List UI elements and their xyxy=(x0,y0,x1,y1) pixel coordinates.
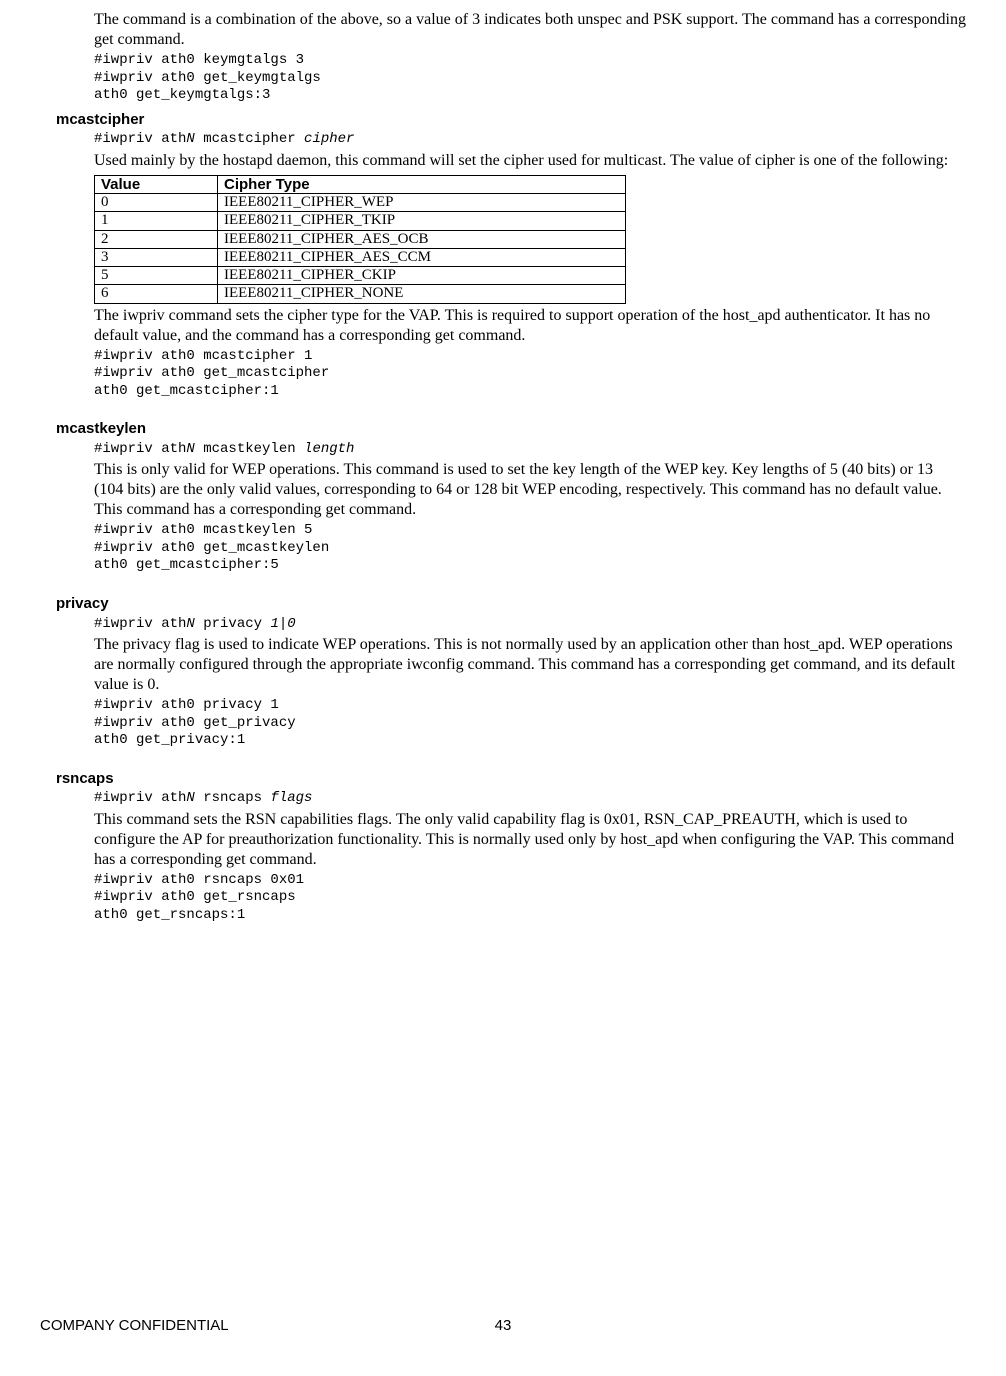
mcastcipher-desc: Used mainly by the hostapd daemon, this … xyxy=(94,151,966,171)
heading-mcastkeylen: mcastkeylen xyxy=(56,420,966,439)
cmd-n: N xyxy=(186,616,194,632)
cmd-arg: length xyxy=(304,441,354,457)
footer-page-number: 43 xyxy=(40,1317,966,1336)
mcastcipher-desc2: The iwpriv command sets the cipher type … xyxy=(94,306,966,346)
privacy-syntax: #iwpriv athN privacy 1|0 xyxy=(94,616,966,634)
mcastcipher-example: #iwpriv ath0 mcastcipher 1 #iwpriv ath0 … xyxy=(94,348,966,401)
mcastcipher-syntax: #iwpriv athN mcastcipher cipher xyxy=(94,131,966,149)
cmd-mid: rsncaps xyxy=(195,790,271,806)
cmd-mid: privacy xyxy=(195,616,271,632)
privacy-example: #iwpriv ath0 privacy 1 #iwpriv ath0 get_… xyxy=(94,697,966,750)
table-cell: IEEE80211_CIPHER_AES_CCM xyxy=(218,248,626,266)
rsncaps-example: #iwpriv ath0 rsncaps 0x01 #iwpriv ath0 g… xyxy=(94,872,966,925)
cmd-arg: cipher xyxy=(304,131,354,147)
table-cell: IEEE80211_CIPHER_AES_OCB xyxy=(218,230,626,248)
cmd-prefix: #iwpriv ath xyxy=(94,616,186,632)
page-content: The command is a combination of the abov… xyxy=(0,0,1006,924)
table-cell: IEEE80211_CIPHER_NONE xyxy=(218,285,626,303)
table-row: 2 IEEE80211_CIPHER_AES_OCB xyxy=(95,230,626,248)
table-header-value: Value xyxy=(95,175,218,193)
spacer xyxy=(40,752,966,764)
cmd-n: N xyxy=(186,441,194,457)
table-cell: 2 xyxy=(95,230,218,248)
spacer xyxy=(40,577,966,589)
table-row: 5 IEEE80211_CIPHER_CKIP xyxy=(95,267,626,285)
table-row: 1 IEEE80211_CIPHER_TKIP xyxy=(95,212,626,230)
table-cell: IEEE80211_CIPHER_WEP xyxy=(218,194,626,212)
table-cell: 3 xyxy=(95,248,218,266)
table-cell: 1 xyxy=(95,212,218,230)
heading-mcastcipher: mcastcipher xyxy=(56,111,966,130)
mcastkeylen-desc: This is only valid for WEP operations. T… xyxy=(94,460,966,520)
table-row: 0 IEEE80211_CIPHER_WEP xyxy=(95,194,626,212)
mcastkeylen-example: #iwpriv ath0 mcastkeylen 5 #iwpriv ath0 … xyxy=(94,522,966,575)
cmd-prefix: #iwpriv ath xyxy=(94,131,186,147)
table-cell: IEEE80211_CIPHER_TKIP xyxy=(218,212,626,230)
cipher-table: Value Cipher Type 0 IEEE80211_CIPHER_WEP… xyxy=(94,175,626,304)
privacy-desc: The privacy flag is used to indicate WEP… xyxy=(94,635,966,695)
rsncaps-syntax: #iwpriv athN rsncaps flags xyxy=(94,790,966,808)
cmd-prefix: #iwpriv ath xyxy=(94,441,186,457)
cmd-arg: flags xyxy=(270,790,312,806)
cmd-mid: mcastcipher xyxy=(195,131,304,147)
intro-paragraph: The command is a combination of the abov… xyxy=(94,10,966,50)
table-row: 6 IEEE80211_CIPHER_NONE xyxy=(95,285,626,303)
table-cell: 6 xyxy=(95,285,218,303)
rsncaps-desc: This command sets the RSN capabilities f… xyxy=(94,810,966,870)
cmd-arg: 1|0 xyxy=(270,616,295,632)
table-cell: IEEE80211_CIPHER_CKIP xyxy=(218,267,626,285)
intro-code: #iwpriv ath0 keymgtalgs 3 #iwpriv ath0 g… xyxy=(94,52,966,105)
heading-privacy: privacy xyxy=(56,595,966,614)
cmd-n: N xyxy=(186,790,194,806)
page-footer: COMPANY CONFIDENTIAL 43 xyxy=(40,1317,966,1336)
cmd-prefix: #iwpriv ath xyxy=(94,790,186,806)
table-cell: 5 xyxy=(95,267,218,285)
cmd-mid: mcastkeylen xyxy=(195,441,304,457)
heading-rsncaps: rsncaps xyxy=(56,770,966,789)
spacer xyxy=(40,402,966,414)
table-header-ciphertype: Cipher Type xyxy=(218,175,626,193)
cmd-n: N xyxy=(186,131,194,147)
mcastkeylen-syntax: #iwpriv athN mcastkeylen length xyxy=(94,441,966,459)
table-row: 3 IEEE80211_CIPHER_AES_CCM xyxy=(95,248,626,266)
table-cell: 0 xyxy=(95,194,218,212)
